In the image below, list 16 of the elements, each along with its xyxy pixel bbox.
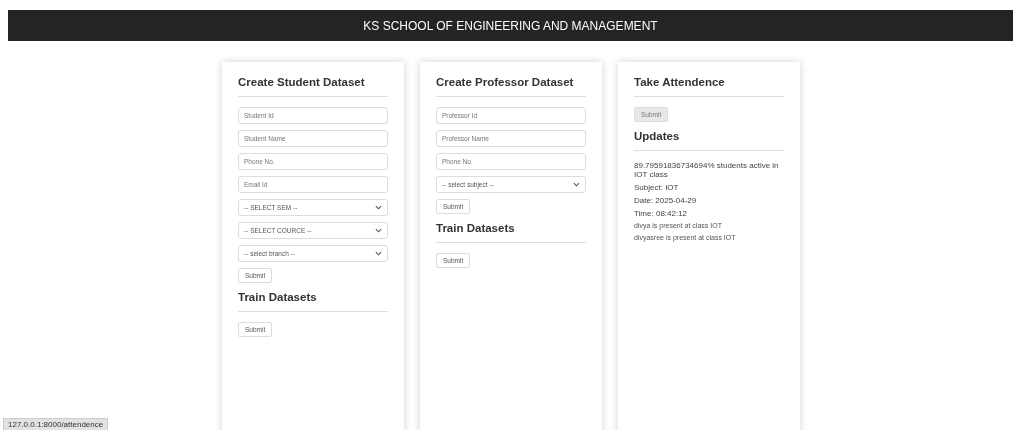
status-url: 127.0.0.1:8000/attendence (3, 418, 109, 430)
site-title: KS SCHOOL OF ENGINEERING AND MANAGEMENT (363, 18, 658, 33)
section-heading: Train Datasets (436, 222, 586, 243)
section-heading: Take Attendence (634, 76, 784, 97)
update-text: 89.79591836734694% students active in IOT class (634, 161, 780, 179)
chevron-down-icon (375, 205, 382, 210)
section-heading: Train Datasets (238, 291, 388, 312)
update-text: Subject: IOT (634, 183, 680, 192)
section-heading: Create Student Dataset (238, 76, 388, 97)
section-heading: Updates (634, 130, 784, 151)
update-text: Date: 2025-04-29 (634, 196, 698, 205)
section-heading: Create Professor Dataset (436, 76, 586, 97)
chevron-down-icon (573, 182, 580, 187)
update-text: Time: 08:42:12 (634, 209, 689, 218)
chevron-down-icon (375, 228, 382, 233)
chevron-down-icon (375, 251, 382, 256)
